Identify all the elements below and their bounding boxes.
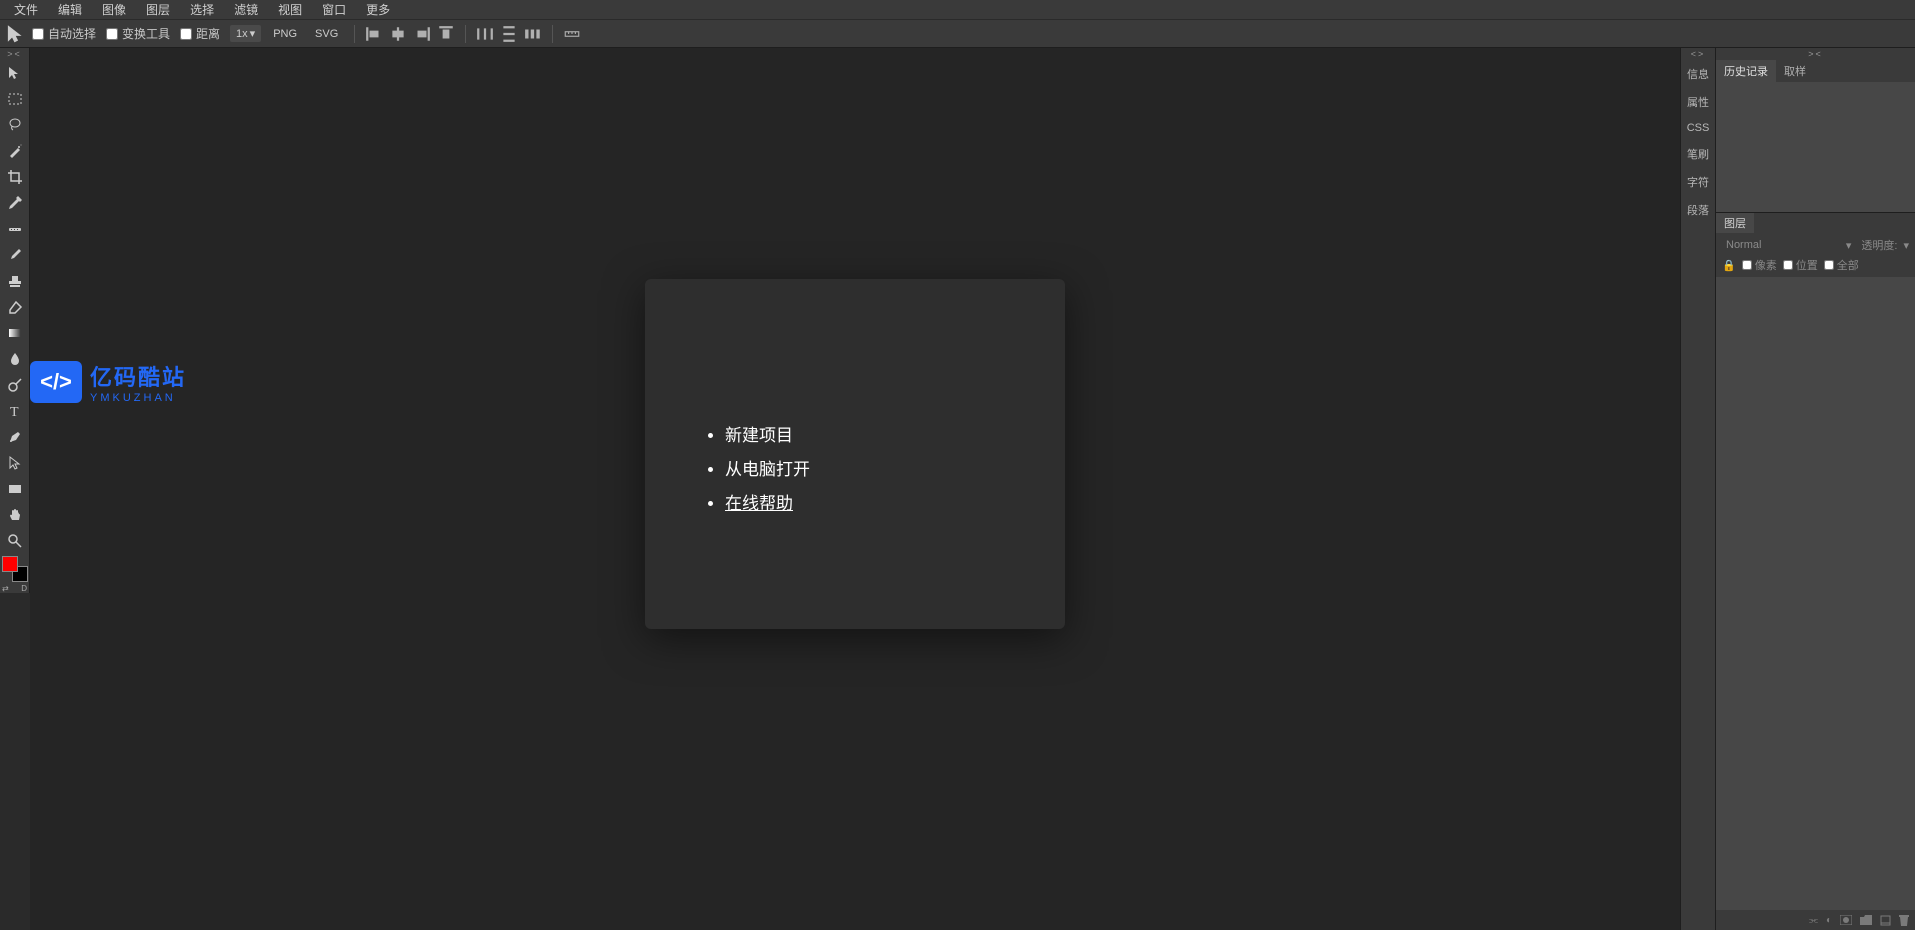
hand-tool[interactable] xyxy=(0,502,30,528)
layer-controls: Normal▾ 透明度: ▾ 🔒 像素 位置 全部 xyxy=(1716,233,1915,277)
pen-tool[interactable] xyxy=(0,424,30,450)
right-panels: <> 信息 属性 CSS 笔刷 字符 段落 >< 历史记录 取样 图层 Norm… xyxy=(1680,48,1915,930)
properties-panel-tab[interactable]: 属性 xyxy=(1681,88,1715,116)
layers-footer: ⫘ ◐ xyxy=(1716,910,1915,930)
toolbar-collapse-icon[interactable]: >< xyxy=(0,48,29,60)
rectangle-tool[interactable] xyxy=(0,476,30,502)
online-help-link[interactable]: 在线帮助 xyxy=(725,487,1005,521)
menu-select[interactable]: 选择 xyxy=(180,0,224,20)
color-swatches[interactable] xyxy=(2,556,28,582)
svg-text:T: T xyxy=(10,405,19,419)
scale-dropdown[interactable]: 1x▾ xyxy=(230,25,261,42)
distance-checkbox[interactable]: 距离 xyxy=(180,25,220,42)
dodge-tool[interactable] xyxy=(0,372,30,398)
lock-pixels-checkbox[interactable]: 像素 xyxy=(1742,257,1777,273)
info-panel-tab[interactable]: 信息 xyxy=(1681,60,1715,88)
blur-tool[interactable] xyxy=(0,346,30,372)
menu-window[interactable]: 窗口 xyxy=(312,0,356,20)
css-panel-tab[interactable]: CSS xyxy=(1681,116,1715,140)
logo-badge-icon: </> xyxy=(30,361,82,403)
panel-collapse-icon[interactable]: <> xyxy=(1681,48,1715,60)
brush-panel-tab[interactable]: 笔刷 xyxy=(1681,140,1715,168)
layer-effects-icon[interactable]: ◐ xyxy=(1826,915,1832,926)
distribute-h-icon[interactable] xyxy=(476,25,494,43)
measure-icon[interactable] xyxy=(563,25,581,43)
align-right-icon[interactable] xyxy=(413,25,431,43)
character-panel-tab[interactable]: 字符 xyxy=(1681,168,1715,196)
tool-bar: >< T ⇄D xyxy=(0,48,30,593)
auto-select-checkbox[interactable]: 自动选择 xyxy=(32,25,96,42)
move-tool-icon xyxy=(6,24,26,44)
history-panel-body xyxy=(1716,82,1915,212)
menu-file[interactable]: 文件 xyxy=(4,0,48,20)
menu-image[interactable]: 图像 xyxy=(92,0,136,20)
menu-view[interactable]: 视图 xyxy=(268,0,312,20)
opacity-dropdown-icon[interactable]: ▾ xyxy=(1903,239,1909,252)
separator xyxy=(465,25,466,43)
opacity-label: 透明度: xyxy=(1861,237,1897,253)
distribute-spacing-icon[interactable] xyxy=(524,25,542,43)
layer-list xyxy=(1716,277,1915,910)
link-layers-icon[interactable]: ⫘ xyxy=(1809,915,1818,926)
transform-tool-checkbox[interactable]: 变换工具 xyxy=(106,25,170,42)
align-top-icon[interactable] xyxy=(437,25,455,43)
lock-icon: 🔒 xyxy=(1722,259,1736,272)
lasso-tool[interactable] xyxy=(0,112,30,138)
menu-layer[interactable]: 图层 xyxy=(136,0,180,20)
export-svg-button[interactable]: SVG xyxy=(309,26,344,42)
gradient-tool[interactable] xyxy=(0,320,30,346)
menu-filter[interactable]: 滤镜 xyxy=(224,0,268,20)
lock-all-checkbox[interactable]: 全部 xyxy=(1824,257,1859,273)
crop-tool[interactable] xyxy=(0,164,30,190)
panel-stack: >< 历史记录 取样 图层 Normal▾ 透明度: ▾ 🔒 像素 xyxy=(1715,48,1915,930)
layer-mask-icon[interactable] xyxy=(1840,915,1852,925)
magic-wand-tool[interactable] xyxy=(0,138,30,164)
swap-default-colors[interactable]: ⇄D xyxy=(0,584,29,593)
logo-text-cn: 亿码酷站 xyxy=(90,360,186,392)
watermark-logo: </> 亿码酷站 YMKUZHAN xyxy=(30,360,186,404)
options-bar: 自动选择 变换工具 距离 1x▾ PNG SVG xyxy=(0,20,1915,48)
paragraph-panel-tab[interactable]: 段落 xyxy=(1681,196,1715,224)
panel-collapse-icon[interactable]: >< xyxy=(1716,48,1915,60)
zoom-tool[interactable] xyxy=(0,528,30,554)
new-project-link[interactable]: 新建项目 xyxy=(725,419,1005,453)
lock-position-checkbox[interactable]: 位置 xyxy=(1783,257,1818,273)
open-from-computer-link[interactable]: 从电脑打开 xyxy=(725,453,1005,487)
history-swatches-tabs: 历史记录 取样 xyxy=(1716,60,1915,82)
menu-edit[interactable]: 编辑 xyxy=(48,0,92,20)
foreground-color-swatch[interactable] xyxy=(2,556,18,572)
new-layer-icon[interactable] xyxy=(1880,915,1891,926)
swatches-tab[interactable]: 取样 xyxy=(1776,60,1814,82)
collapsed-panel-tabs: <> 信息 属性 CSS 笔刷 字符 段落 xyxy=(1680,48,1715,930)
canvas-area: 新建项目 从电脑打开 在线帮助 xyxy=(30,48,1680,930)
eraser-tool[interactable] xyxy=(0,294,30,320)
new-folder-icon[interactable] xyxy=(1860,915,1872,925)
clone-stamp-tool[interactable] xyxy=(0,268,30,294)
path-select-tool[interactable] xyxy=(0,450,30,476)
layers-tab[interactable]: 图层 xyxy=(1716,213,1754,233)
brush-tool[interactable] xyxy=(0,242,30,268)
move-tool[interactable] xyxy=(0,60,30,86)
healing-tool[interactable] xyxy=(0,216,30,242)
export-png-button[interactable]: PNG xyxy=(267,26,303,42)
distribute-v-icon[interactable] xyxy=(500,25,518,43)
blend-mode-select[interactable]: Normal▾ xyxy=(1722,238,1855,253)
marquee-tool[interactable] xyxy=(0,86,30,112)
logo-text-en: YMKUZHAN xyxy=(90,392,186,404)
align-left-icon[interactable] xyxy=(365,25,383,43)
text-tool[interactable]: T xyxy=(0,398,30,424)
eyedropper-tool[interactable] xyxy=(0,190,30,216)
menu-more[interactable]: 更多 xyxy=(356,0,400,20)
delete-layer-icon[interactable] xyxy=(1899,915,1909,926)
history-tab[interactable]: 历史记录 xyxy=(1716,60,1776,82)
separator xyxy=(552,25,553,43)
welcome-dialog: 新建项目 从电脑打开 在线帮助 xyxy=(645,279,1065,629)
separator xyxy=(354,25,355,43)
menu-bar: 文件 编辑 图像 图层 选择 滤镜 视图 窗口 更多 xyxy=(0,0,1915,20)
align-center-h-icon[interactable] xyxy=(389,25,407,43)
layers-panel: 图层 Normal▾ 透明度: ▾ 🔒 像素 位置 全部 xyxy=(1716,212,1915,930)
